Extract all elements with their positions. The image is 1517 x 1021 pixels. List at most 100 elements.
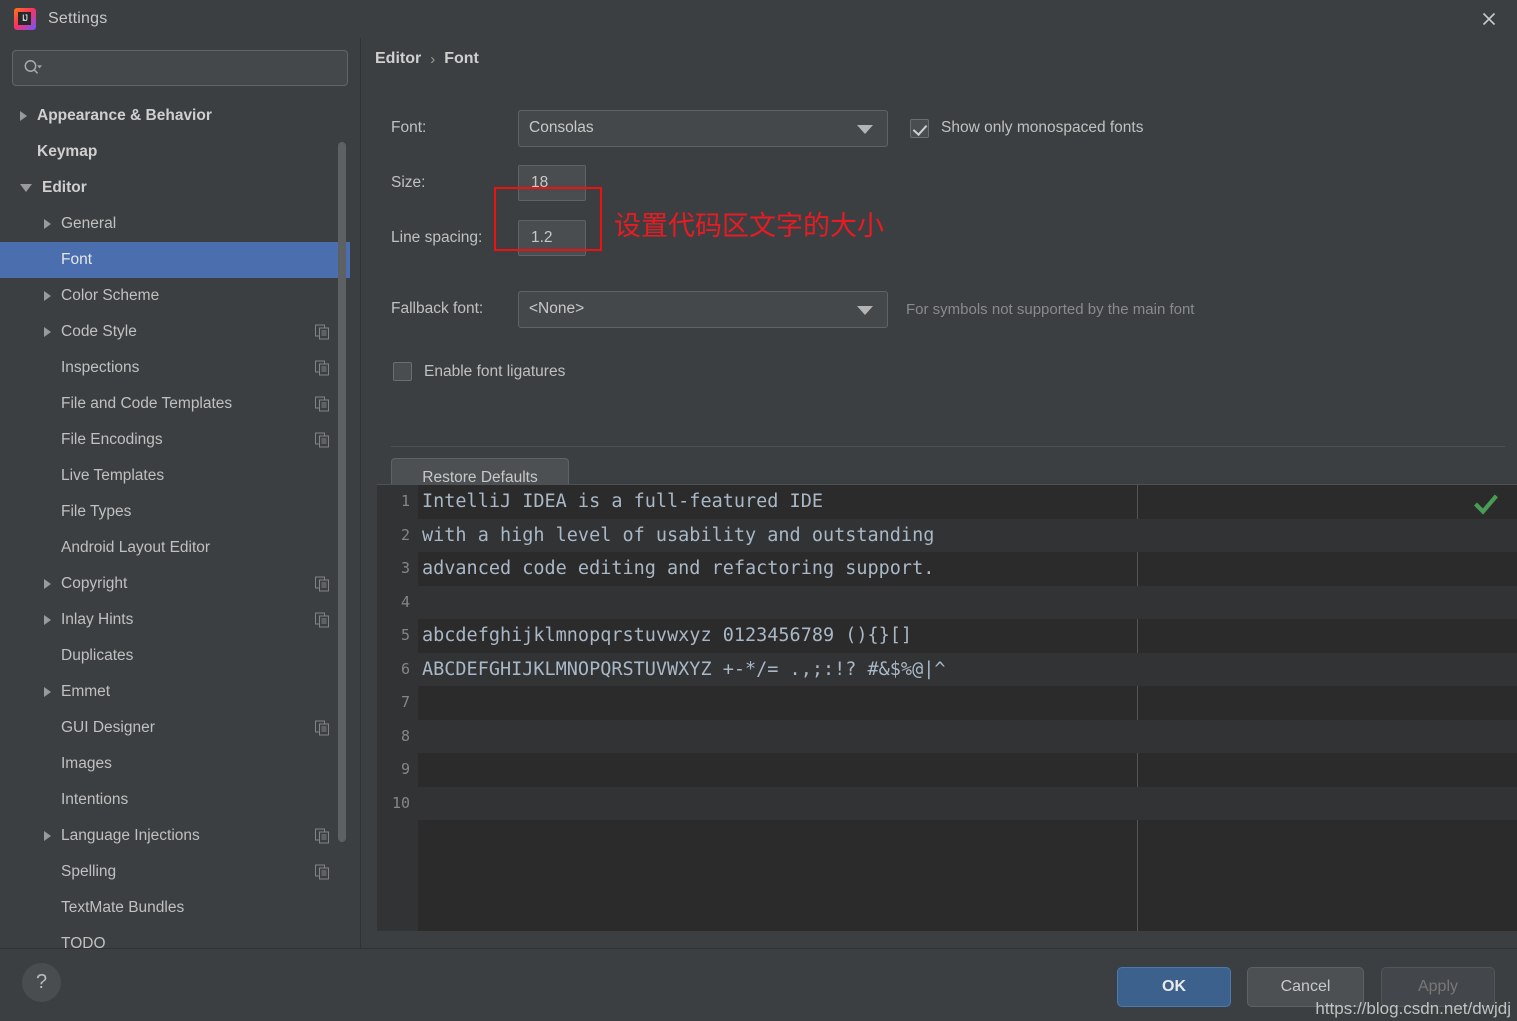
ok-button[interactable]: OK	[1117, 967, 1231, 1007]
font-preview-editor[interactable]: 1 2 3 4 5 6 7 8 9 10 IntelliJ IDEA is a full-feat…	[377, 484, 1517, 931]
breadcrumb: Editor › Font	[375, 50, 479, 68]
sidebar-item-color-scheme[interactable]: Color Scheme	[0, 278, 350, 314]
sidebar-item-label: Copyright	[61, 575, 128, 592]
preview-code-line: advanced code editing and refactoring su…	[418, 552, 1517, 586]
copy-settings-icon[interactable]	[315, 576, 330, 592]
sidebar-item-keymap[interactable]: Keymap	[0, 134, 350, 170]
sidebar-item-label: Editor	[42, 179, 87, 196]
sidebar-scroll-thumb[interactable]	[338, 142, 346, 842]
fallback-font-row: Fallback font: <None> For symbols not su…	[375, 289, 1495, 329]
sidebar-item-images[interactable]: Images	[0, 746, 350, 782]
sidebar-item-language-injections[interactable]: Language Injections	[0, 818, 350, 854]
editor-gutter: 1 2 3 4 5 6 7 8 9 10	[377, 485, 418, 931]
search-input[interactable]	[47, 58, 337, 78]
chevron-down-icon	[857, 306, 873, 315]
breadcrumb-parent[interactable]: Editor	[375, 50, 421, 68]
preview-code-text: IntelliJ IDEA is a full-featured IDE	[422, 491, 823, 512]
copy-settings-icon[interactable]	[315, 324, 330, 340]
line-number: 5	[400, 626, 410, 644]
sidebar-item-general[interactable]: General	[0, 206, 350, 242]
show-monospaced-checkbox-row[interactable]: Show only monospaced fonts	[910, 118, 1144, 138]
sidebar-item-appearance-behavior[interactable]: Appearance & Behavior	[0, 98, 350, 134]
sidebar-item-code-style[interactable]: Code Style	[0, 314, 350, 350]
sidebar-item-android-layout-editor[interactable]: Android Layout Editor	[0, 530, 350, 566]
sidebar-item-label: General	[61, 215, 117, 232]
enable-ligatures-checkbox-row[interactable]: Enable font ligatures	[393, 362, 565, 381]
size-row: Size: 18	[375, 162, 1495, 204]
line-number: 6	[400, 659, 410, 678]
help-button[interactable]: ?	[22, 963, 61, 1002]
font-size-value: 18	[531, 174, 549, 191]
line-number: 7	[400, 693, 410, 711]
sidebar-item-font[interactable]: Font	[0, 242, 350, 278]
sidebar-item-live-templates[interactable]: Live Templates	[0, 458, 350, 494]
sidebar-item-label: Duplicates	[61, 647, 134, 664]
copy-settings-icon[interactable]	[315, 360, 330, 376]
chevron-right-icon[interactable]	[44, 615, 51, 625]
line-spacing-input[interactable]: 1.2	[518, 220, 586, 256]
copy-settings-icon[interactable]	[315, 612, 330, 628]
copy-settings-icon[interactable]	[315, 828, 330, 844]
sidebar-item-intentions[interactable]: Intentions	[0, 782, 350, 818]
dialog-footer: ? OK Cancel Apply https://blog.csdn.net/…	[0, 948, 1517, 1021]
preview-code-text: with a high level of usability and outst…	[422, 524, 935, 546]
preview-code-line	[418, 786, 1517, 820]
font-label: Font:	[391, 119, 427, 136]
sidebar-item-label: Inlay Hints	[61, 611, 134, 628]
sidebar-item-label: File Encodings	[61, 431, 163, 448]
fallback-font-select[interactable]: <None>	[518, 290, 888, 328]
sidebar-scrollbar[interactable]	[338, 98, 346, 986]
sidebar-item-inspections[interactable]: Inspections	[0, 350, 350, 386]
close-icon[interactable]	[1461, 0, 1517, 38]
sidebar-item-label: Color Scheme	[61, 287, 160, 304]
preview-code-line: IntelliJ IDEA is a full-featured IDE	[418, 485, 1517, 519]
line-spacing-row: Line spacing: 1.2	[375, 217, 1495, 259]
chevron-right-icon[interactable]	[20, 111, 27, 121]
line-spacing-label: Line spacing:	[391, 229, 483, 246]
sidebar-item-textmate-bundles[interactable]: TextMate Bundles	[0, 890, 350, 926]
chevron-right-icon[interactable]	[44, 831, 51, 841]
line-number: 9	[400, 760, 410, 778]
preview-code-line	[418, 686, 1517, 720]
preview-code-text: advanced code editing and refactoring su…	[422, 558, 935, 579]
sidebar-item-duplicates[interactable]: Duplicates	[0, 638, 350, 674]
sidebar-item-file-and-code-templates[interactable]: File and Code Templates	[0, 386, 350, 422]
green-check-icon[interactable]	[1473, 493, 1499, 522]
copy-settings-icon[interactable]	[315, 864, 330, 880]
sidebar-item-label: TextMate Bundles	[61, 899, 185, 916]
sidebar-item-label: File and Code Templates	[61, 395, 233, 412]
sidebar-item-spelling[interactable]: Spelling	[0, 854, 350, 890]
copy-settings-icon[interactable]	[315, 396, 330, 412]
font-size-input[interactable]: 18	[518, 165, 586, 201]
sidebar-item-emmet[interactable]: Emmet	[0, 674, 350, 710]
enable-ligatures-checkbox[interactable]	[393, 362, 412, 381]
preview-code-line: ABCDEFGHIJKLMNOPQRSTUVWXYZ +-*/= .,;:!? …	[418, 652, 1517, 686]
fallback-font-label: Fallback font:	[391, 300, 484, 317]
chevron-right-icon[interactable]	[44, 687, 51, 697]
enable-ligatures-label: Enable font ligatures	[424, 362, 566, 380]
show-monospaced-label: Show only monospaced fonts	[941, 119, 1144, 136]
sidebar-item-label: Code Style	[61, 323, 137, 340]
show-monospaced-checkbox[interactable]	[910, 118, 929, 138]
sidebar-item-editor[interactable]: Editor	[0, 170, 350, 206]
sidebar-item-gui-designer[interactable]: GUI Designer	[0, 710, 350, 746]
sidebar-item-file-types[interactable]: File Types	[0, 494, 350, 530]
chevron-right-icon[interactable]	[44, 219, 51, 229]
sidebar-item-label: File Types	[61, 503, 132, 520]
sidebar-item-file-encodings[interactable]: File Encodings	[0, 422, 350, 458]
chevron-right-icon[interactable]	[44, 579, 51, 589]
sidebar-item-copyright[interactable]: Copyright	[0, 566, 350, 602]
chevron-right-icon[interactable]	[44, 327, 51, 337]
copy-settings-icon[interactable]	[315, 720, 330, 736]
breadcrumb-current: Font	[444, 50, 479, 67]
font-family-select[interactable]: Consolas	[518, 109, 888, 147]
line-number: 4	[400, 592, 410, 611]
search-box[interactable]	[12, 50, 348, 86]
sidebar-item-inlay-hints[interactable]: Inlay Hints	[0, 602, 350, 638]
preview-code-text	[418, 592, 422, 613]
copy-settings-icon[interactable]	[315, 432, 330, 448]
preview-code-line	[418, 585, 1517, 619]
chevron-right-icon[interactable]	[44, 291, 51, 301]
preview-code-line: with a high level of usability and outst…	[418, 518, 1517, 552]
chevron-down-icon[interactable]	[20, 184, 32, 192]
